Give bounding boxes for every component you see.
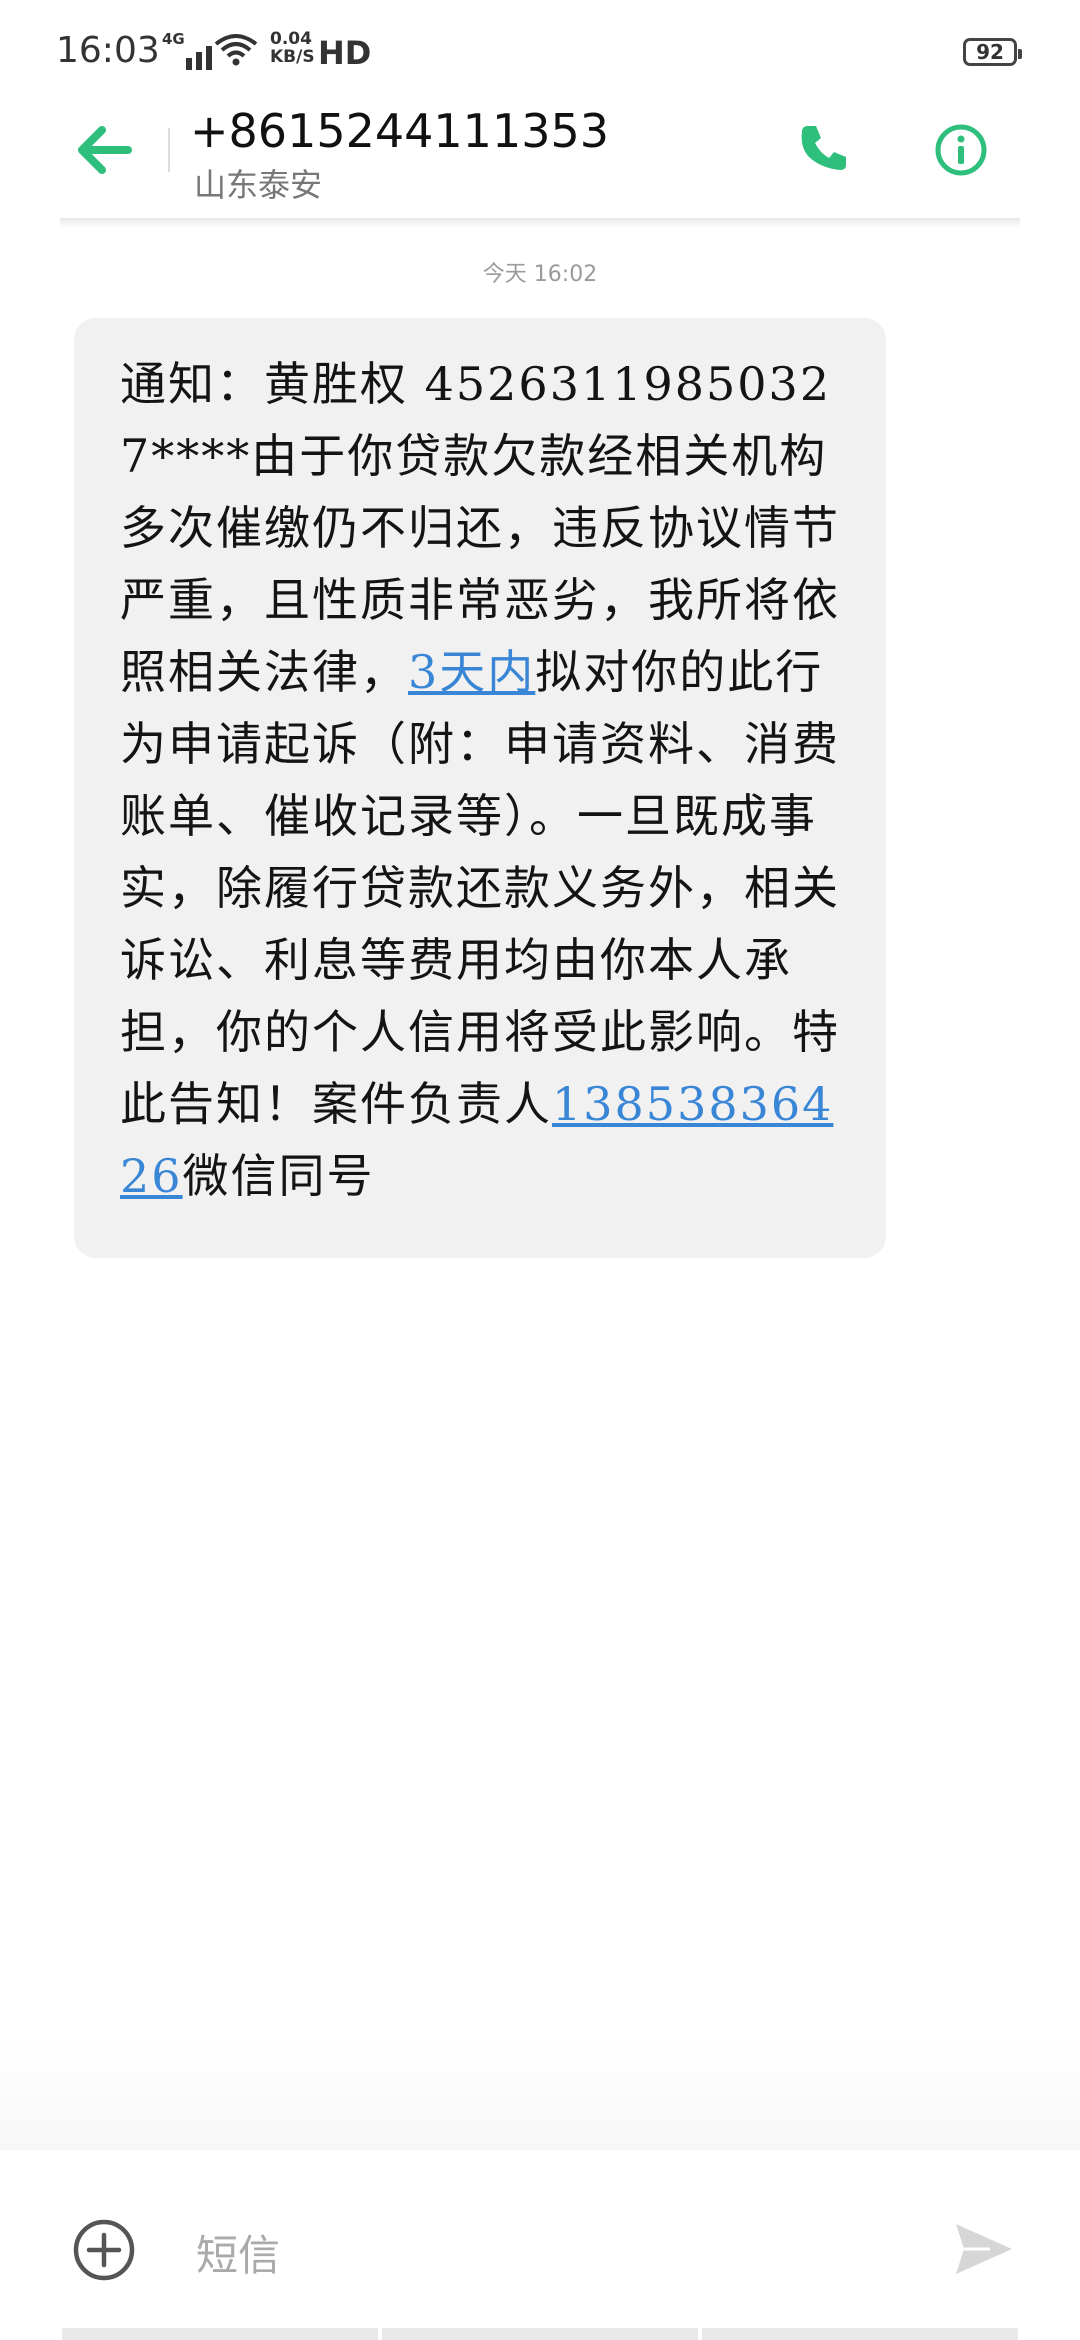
composer-fade [0, 2040, 1080, 2150]
sms-input[interactable]: 短信 [196, 2222, 280, 2283]
message-link-deadline[interactable]: 3天内 [408, 645, 535, 699]
speed-value: 0.04 [270, 29, 312, 49]
nav-segment [62, 2328, 378, 2340]
info-button[interactable] [933, 122, 989, 178]
back-button[interactable] [74, 122, 134, 178]
composer-bar [0, 2150, 1080, 2340]
send-icon [956, 2224, 1012, 2274]
header-shadow [60, 218, 1020, 228]
message-bubble[interactable]: 通知：黄胜权 45263119850327****由于你贷款欠款经相关机构多次催… [74, 318, 886, 1258]
send-button[interactable] [950, 2216, 1016, 2282]
phone-icon [801, 126, 846, 170]
info-icon [935, 124, 987, 176]
message-timestamp: 今天 16:02 [482, 262, 598, 287]
nav-segment [702, 2328, 1018, 2340]
network-speed: 0.04 KB/S [270, 30, 315, 66]
network-label: 4G [162, 30, 185, 48]
battery-icon: 92 [963, 38, 1022, 66]
message-text-part: 微信同号 [182, 1149, 375, 1203]
speed-unit: KB/S [270, 47, 315, 67]
add-attachment-button[interactable] [72, 2218, 136, 2282]
nav-segment [382, 2328, 698, 2340]
hd-indicator: HD [318, 34, 372, 72]
wifi-icon [214, 32, 258, 75]
plus-circle-icon [73, 2219, 135, 2281]
contact-number: +8615244111353 [190, 104, 610, 158]
navigation-bar [0, 2328, 1080, 2340]
contact-location: 山东泰安 [194, 166, 323, 204]
status-time: 16:03 [56, 30, 160, 71]
header-divider [168, 128, 170, 172]
status-bar: 16:03 4G 0.04 KB/S HD 92 [0, 0, 1080, 100]
call-button[interactable] [796, 120, 852, 176]
message-text: 通知：黄胜权 45263119850327****由于你贷款欠款经相关机构多次催… [120, 348, 842, 1212]
message-text-part: 拟对你的此行为申请起诉（附：申请资料、消费账单、催收记录等）。一旦既成事实，除履… [120, 645, 840, 1131]
signal-icon [186, 46, 212, 70]
back-arrow-icon [78, 126, 132, 174]
battery-level: 92 [976, 40, 1004, 64]
